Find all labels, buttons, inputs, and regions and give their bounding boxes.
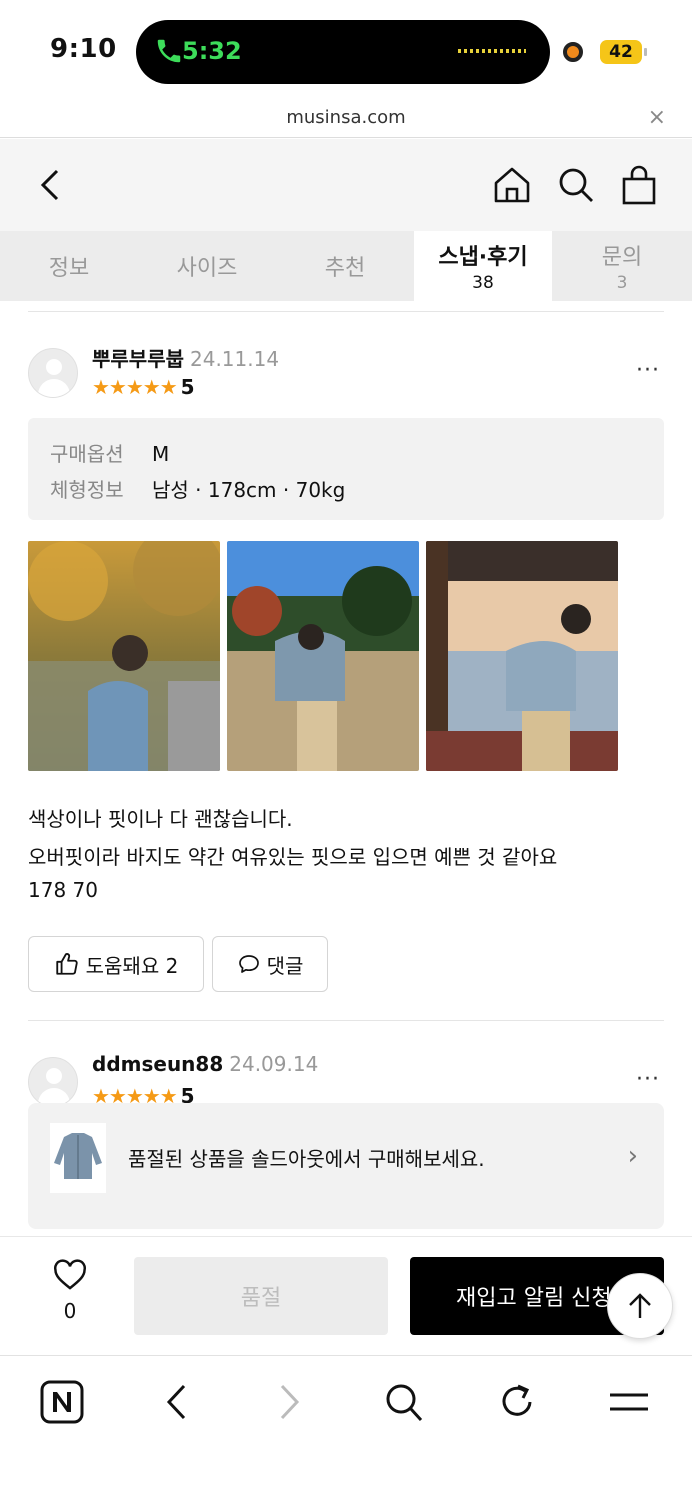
wishlist-count: 0: [63, 1299, 77, 1323]
rating-score: 5: [180, 375, 195, 399]
browser-toolbar: [0, 1355, 692, 1500]
chevron-right-icon: ›: [627, 1141, 638, 1171]
review-text-line: 오버핏이라 바지도 약간 여유있는 핏으로 입으면 예쁜 것 같아요: [28, 845, 558, 869]
review-photo[interactable]: [227, 541, 419, 771]
banner-text: 품절된 상품을 솔드아웃에서 구매해보세요.: [128, 1147, 485, 1171]
arrow-up-icon: [629, 1293, 651, 1318]
search-icon[interactable]: [556, 165, 596, 205]
purchase-action-bar: 0 품절 재입고 알림 신청: [0, 1236, 692, 1354]
avatar[interactable]: [28, 1057, 78, 1107]
purchase-info-box: 구매옵션 M 체형정보 남성 · 178cm · 70kg: [28, 418, 664, 520]
tab-info[interactable]: 정보: [0, 231, 138, 301]
recording-indicator-icon: [563, 42, 583, 62]
app-header: [0, 139, 692, 231]
tab-count: 3: [616, 273, 628, 293]
refresh-icon[interactable]: [498, 1380, 538, 1424]
review-text-line: 178 70: [28, 878, 98, 902]
review-text-line: 색상이나 핏이나 다 괜찮습니다.: [28, 807, 293, 831]
reviewer-name[interactable]: ddmseun88 24.09.14: [92, 1052, 318, 1076]
wishlist-button[interactable]: 0: [48, 1259, 92, 1323]
more-options-icon[interactable]: ···: [636, 1067, 660, 1092]
shopping-bag-icon[interactable]: [620, 165, 658, 205]
divider: [28, 1020, 664, 1021]
product-thumbnail: [50, 1123, 106, 1193]
tab-inquiry[interactable]: 문의 3: [552, 231, 692, 301]
more-options-icon[interactable]: ···: [636, 358, 660, 383]
thumbs-up-icon: [55, 953, 78, 975]
avatar[interactable]: [28, 348, 78, 398]
naver-n-icon[interactable]: [40, 1380, 84, 1424]
speech-bubble-icon: [238, 955, 259, 973]
tab-snap-review[interactable]: 스냅·후기 38: [414, 231, 552, 301]
call-duration: 5:32: [182, 37, 242, 65]
helpful-button[interactable]: 도움돼요 2: [28, 936, 204, 992]
scroll-to-top-button[interactable]: [607, 1273, 673, 1339]
option-row: 구매옵션 M: [50, 442, 170, 466]
back-icon[interactable]: [162, 1380, 190, 1424]
dynamic-island[interactable]: 5:32: [136, 20, 550, 84]
review-photo[interactable]: [28, 541, 220, 771]
review-photo[interactable]: [426, 541, 618, 771]
close-icon[interactable]: ×: [648, 105, 666, 130]
search-icon[interactable]: [384, 1380, 424, 1424]
clock: 9:10: [50, 34, 117, 64]
heart-icon: [54, 1259, 86, 1290]
soldout-promo-banner[interactable]: 품절된 상품을 솔드아웃에서 구매해보세요. ›: [28, 1103, 664, 1229]
battery-indicator: 42: [600, 40, 647, 64]
reviewer-name[interactable]: 뿌루부루붑 24.11.14: [92, 343, 279, 372]
soldout-button: 품절: [134, 1257, 388, 1335]
divider: [28, 311, 664, 312]
product-tabs: 정보 사이즈 추천 스냅·후기 38 문의 3: [0, 231, 692, 301]
url-bar[interactable]: musinsa.com ×: [0, 100, 692, 138]
star-rating: ★★★★★ 5: [92, 375, 195, 399]
review-date: 24.09.14: [229, 1052, 319, 1076]
tab-size[interactable]: 사이즈: [138, 231, 276, 301]
status-bar: 9:10 5:32 42: [0, 0, 692, 100]
url-text[interactable]: musinsa.com: [0, 107, 692, 128]
home-icon[interactable]: [492, 165, 532, 205]
comment-button[interactable]: 댓글: [212, 936, 328, 992]
forward-icon[interactable]: [276, 1380, 304, 1424]
body-info-row: 체형정보 남성 · 178cm · 70kg: [50, 478, 346, 502]
tab-recommend[interactable]: 추천: [276, 231, 414, 301]
phone-icon: [157, 39, 181, 63]
audio-wave-icon: [458, 49, 526, 53]
back-arrow-icon[interactable]: [38, 165, 62, 205]
review-date: 24.11.14: [190, 347, 280, 371]
menu-icon[interactable]: [608, 1380, 650, 1424]
tab-count: 38: [472, 273, 494, 293]
